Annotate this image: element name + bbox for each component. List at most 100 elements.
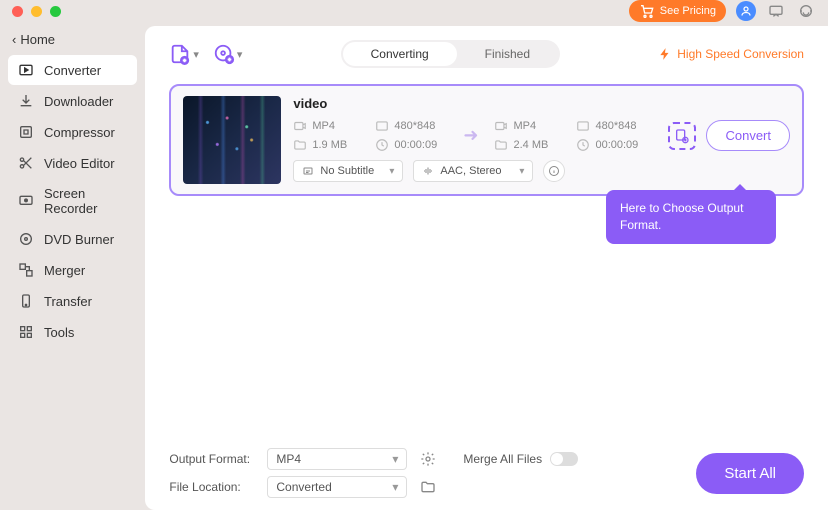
convert-button[interactable]: Convert <box>706 120 790 151</box>
home-label: Home <box>20 32 55 47</box>
src-format: MP4 <box>312 120 335 132</box>
dst-resolution: 480*848 <box>595 120 636 132</box>
audio-select[interactable]: AAC, Stereo ▾ <box>413 160 533 182</box>
sidebar-item-merger[interactable]: Merger <box>8 255 137 285</box>
sidebar-item-converter[interactable]: Converter <box>8 55 137 85</box>
gear-icon <box>420 451 436 467</box>
output-format-select[interactable]: MP4 ▾ <box>267 448 407 470</box>
output-settings-button[interactable] <box>417 448 439 470</box>
sidebar-item-downloader[interactable]: Downloader <box>8 86 137 116</box>
resolution-icon <box>375 119 389 133</box>
chevron-left-icon: ‹ <box>12 32 16 47</box>
file-plus-icon <box>169 43 191 65</box>
file-location-select[interactable]: Converted ▾ <box>267 476 407 498</box>
tab-finished[interactable]: Finished <box>457 42 558 66</box>
sidebar-item-label: Screen Recorder <box>44 186 127 216</box>
merger-icon <box>18 262 34 278</box>
chevron-down-icon: ▾ <box>519 166 524 177</box>
file-location-label: File Location: <box>169 480 257 494</box>
home-breadcrumb[interactable]: ‹ Home <box>0 28 145 51</box>
add-file-button[interactable]: ▾ <box>169 43 199 65</box>
video-card: video MP4 1.9 MB 480*848 00:00:09 ➜ MP4 … <box>169 84 804 196</box>
lightning-icon <box>658 47 672 61</box>
video-icon <box>293 119 307 133</box>
high-speed-badge[interactable]: High Speed Conversion <box>658 47 804 61</box>
recorder-icon <box>18 193 34 209</box>
folder-icon <box>494 138 508 152</box>
chevron-down-icon: ▾ <box>392 452 398 466</box>
sidebar-item-screen-recorder[interactable]: Screen Recorder <box>8 179 137 223</box>
see-pricing-button[interactable]: See Pricing <box>629 0 726 22</box>
src-resolution: 480*848 <box>394 120 435 132</box>
open-folder-button[interactable] <box>417 476 439 498</box>
subtitle-value: No Subtitle <box>320 165 374 177</box>
compress-icon <box>18 124 34 140</box>
cart-icon <box>639 3 655 19</box>
clock-icon <box>576 138 590 152</box>
status-tabs: Converting Finished <box>341 40 560 68</box>
sidebar-item-label: Video Editor <box>44 156 115 171</box>
sidebar-item-dvd-burner[interactable]: DVD Burner <box>8 224 137 254</box>
add-disc-button[interactable]: ▾ <box>213 43 243 65</box>
dst-size: 2.4 MB <box>513 139 548 151</box>
start-all-button[interactable]: Start All <box>696 453 804 494</box>
sidebar-item-label: Downloader <box>44 94 113 109</box>
sidebar-item-label: DVD Burner <box>44 232 114 247</box>
merge-label: Merge All Files <box>463 452 542 466</box>
sidebar-item-transfer[interactable]: Transfer <box>8 286 137 316</box>
sidebar-item-label: Merger <box>44 263 85 278</box>
video-title: video <box>293 96 790 111</box>
src-duration: 00:00:09 <box>394 139 437 151</box>
download-icon <box>18 93 34 109</box>
src-size: 1.9 MB <box>312 139 347 151</box>
sidebar-item-video-editor[interactable]: Video Editor <box>8 148 137 178</box>
chevron-down-icon: ▾ <box>392 480 398 494</box>
format-tooltip: Here to Choose Output Format. <box>606 190 776 244</box>
sidebar-item-label: Compressor <box>44 125 115 140</box>
sidebar-item-label: Tools <box>44 325 74 340</box>
chat-icon[interactable] <box>766 1 786 21</box>
output-format-value: MP4 <box>276 452 301 466</box>
scissors-icon <box>18 155 34 171</box>
format-gear-icon <box>674 128 690 144</box>
transfer-icon <box>18 293 34 309</box>
chevron-down-icon: ▾ <box>389 166 394 177</box>
video-thumbnail[interactable] <box>183 96 281 184</box>
tools-icon <box>18 324 34 340</box>
dst-duration: 00:00:09 <box>595 139 638 151</box>
folder-icon <box>420 479 436 495</box>
audio-icon <box>422 165 434 177</box>
info-icon <box>548 165 560 177</box>
video-icon <box>494 119 508 133</box>
user-icon[interactable] <box>736 1 756 21</box>
disc-plus-icon <box>213 43 235 65</box>
merge-toggle[interactable] <box>550 452 578 466</box>
dst-format: MP4 <box>513 120 536 132</box>
chevron-down-icon: ▾ <box>237 48 243 61</box>
subtitle-icon <box>302 165 314 177</box>
audio-value: AAC, Stereo <box>440 165 501 177</box>
disc-icon <box>18 231 34 247</box>
sidebar-item-tools[interactable]: Tools <box>8 317 137 347</box>
tab-converting[interactable]: Converting <box>343 42 457 66</box>
support-icon[interactable] <box>796 1 816 21</box>
high-speed-label: High Speed Conversion <box>677 47 804 61</box>
clock-icon <box>375 138 389 152</box>
window-close-dot[interactable] <box>12 6 23 17</box>
sidebar-item-label: Converter <box>44 63 101 78</box>
output-format-button[interactable] <box>668 122 696 150</box>
window-min-dot[interactable] <box>31 6 42 17</box>
folder-icon <box>293 138 307 152</box>
sidebar-item-label: Transfer <box>44 294 92 309</box>
window-max-dot[interactable] <box>50 6 61 17</box>
sidebar: ‹ Home Converter Downloader Compressor V… <box>0 22 145 510</box>
converter-icon <box>18 62 34 78</box>
chevron-down-icon: ▾ <box>193 48 199 61</box>
sidebar-item-compressor[interactable]: Compressor <box>8 117 137 147</box>
info-button[interactable] <box>543 160 565 182</box>
resolution-icon <box>576 119 590 133</box>
subtitle-select[interactable]: No Subtitle ▾ <box>293 160 403 182</box>
output-format-label: Output Format: <box>169 452 257 466</box>
file-location-value: Converted <box>276 480 331 494</box>
pricing-label: See Pricing <box>660 5 716 17</box>
